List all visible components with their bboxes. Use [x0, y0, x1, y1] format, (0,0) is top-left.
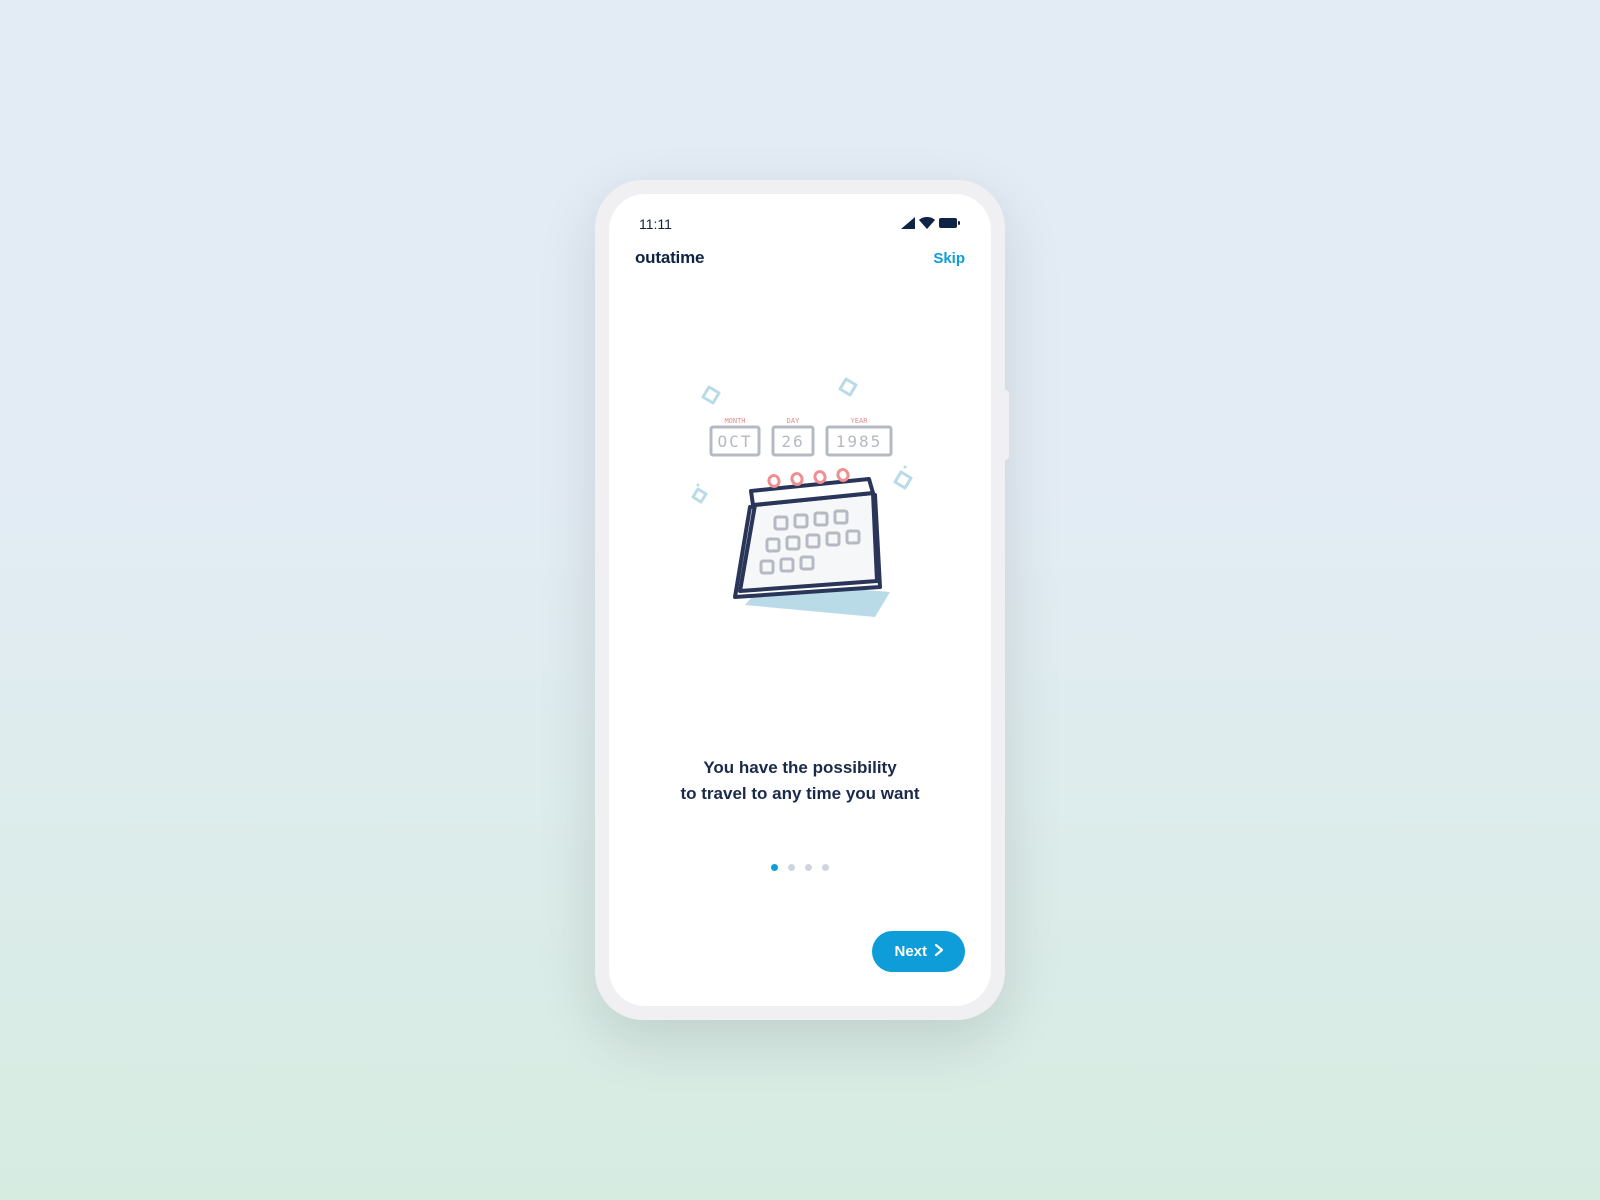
label-day: DAY	[787, 417, 800, 425]
caption-line-1: You have the possibility	[643, 755, 957, 781]
pagination-dot-2[interactable]	[788, 864, 795, 871]
app-header: outatime Skip	[631, 242, 969, 268]
status-icons	[901, 216, 961, 232]
wifi-icon	[919, 216, 935, 232]
cellular-icon	[901, 216, 915, 232]
skip-button[interactable]: Skip	[933, 250, 965, 267]
label-year: YEAR	[851, 417, 869, 425]
value-month: OCT	[718, 432, 753, 451]
caption-line-2: to travel to any time you want	[643, 781, 957, 807]
pagination-dots	[631, 816, 969, 931]
footer: Next	[631, 931, 969, 982]
pagination-dot-1[interactable]	[771, 864, 778, 871]
battery-icon	[939, 216, 961, 232]
next-button[interactable]: Next	[872, 931, 965, 972]
status-bar: 11:11	[631, 212, 969, 242]
phone-screen: 11:11 outatime Skip	[609, 194, 991, 1006]
pagination-dot-4[interactable]	[822, 864, 829, 871]
status-time: 11:11	[639, 216, 672, 232]
next-button-label: Next	[894, 943, 927, 960]
pagination-dot-3[interactable]	[805, 864, 812, 871]
phone-frame: 11:11 outatime Skip	[595, 180, 1005, 1020]
label-month: MONTH	[724, 417, 745, 425]
chevron-right-icon	[935, 943, 943, 960]
app-title: outatime	[635, 248, 704, 268]
onboarding-illustration: MONTH OCT DAY 26 YEAR 1985	[631, 268, 969, 755]
value-year: 1985	[836, 432, 883, 451]
value-day: 26	[781, 432, 804, 451]
onboarding-caption: You have the possibility to travel to an…	[631, 755, 969, 816]
